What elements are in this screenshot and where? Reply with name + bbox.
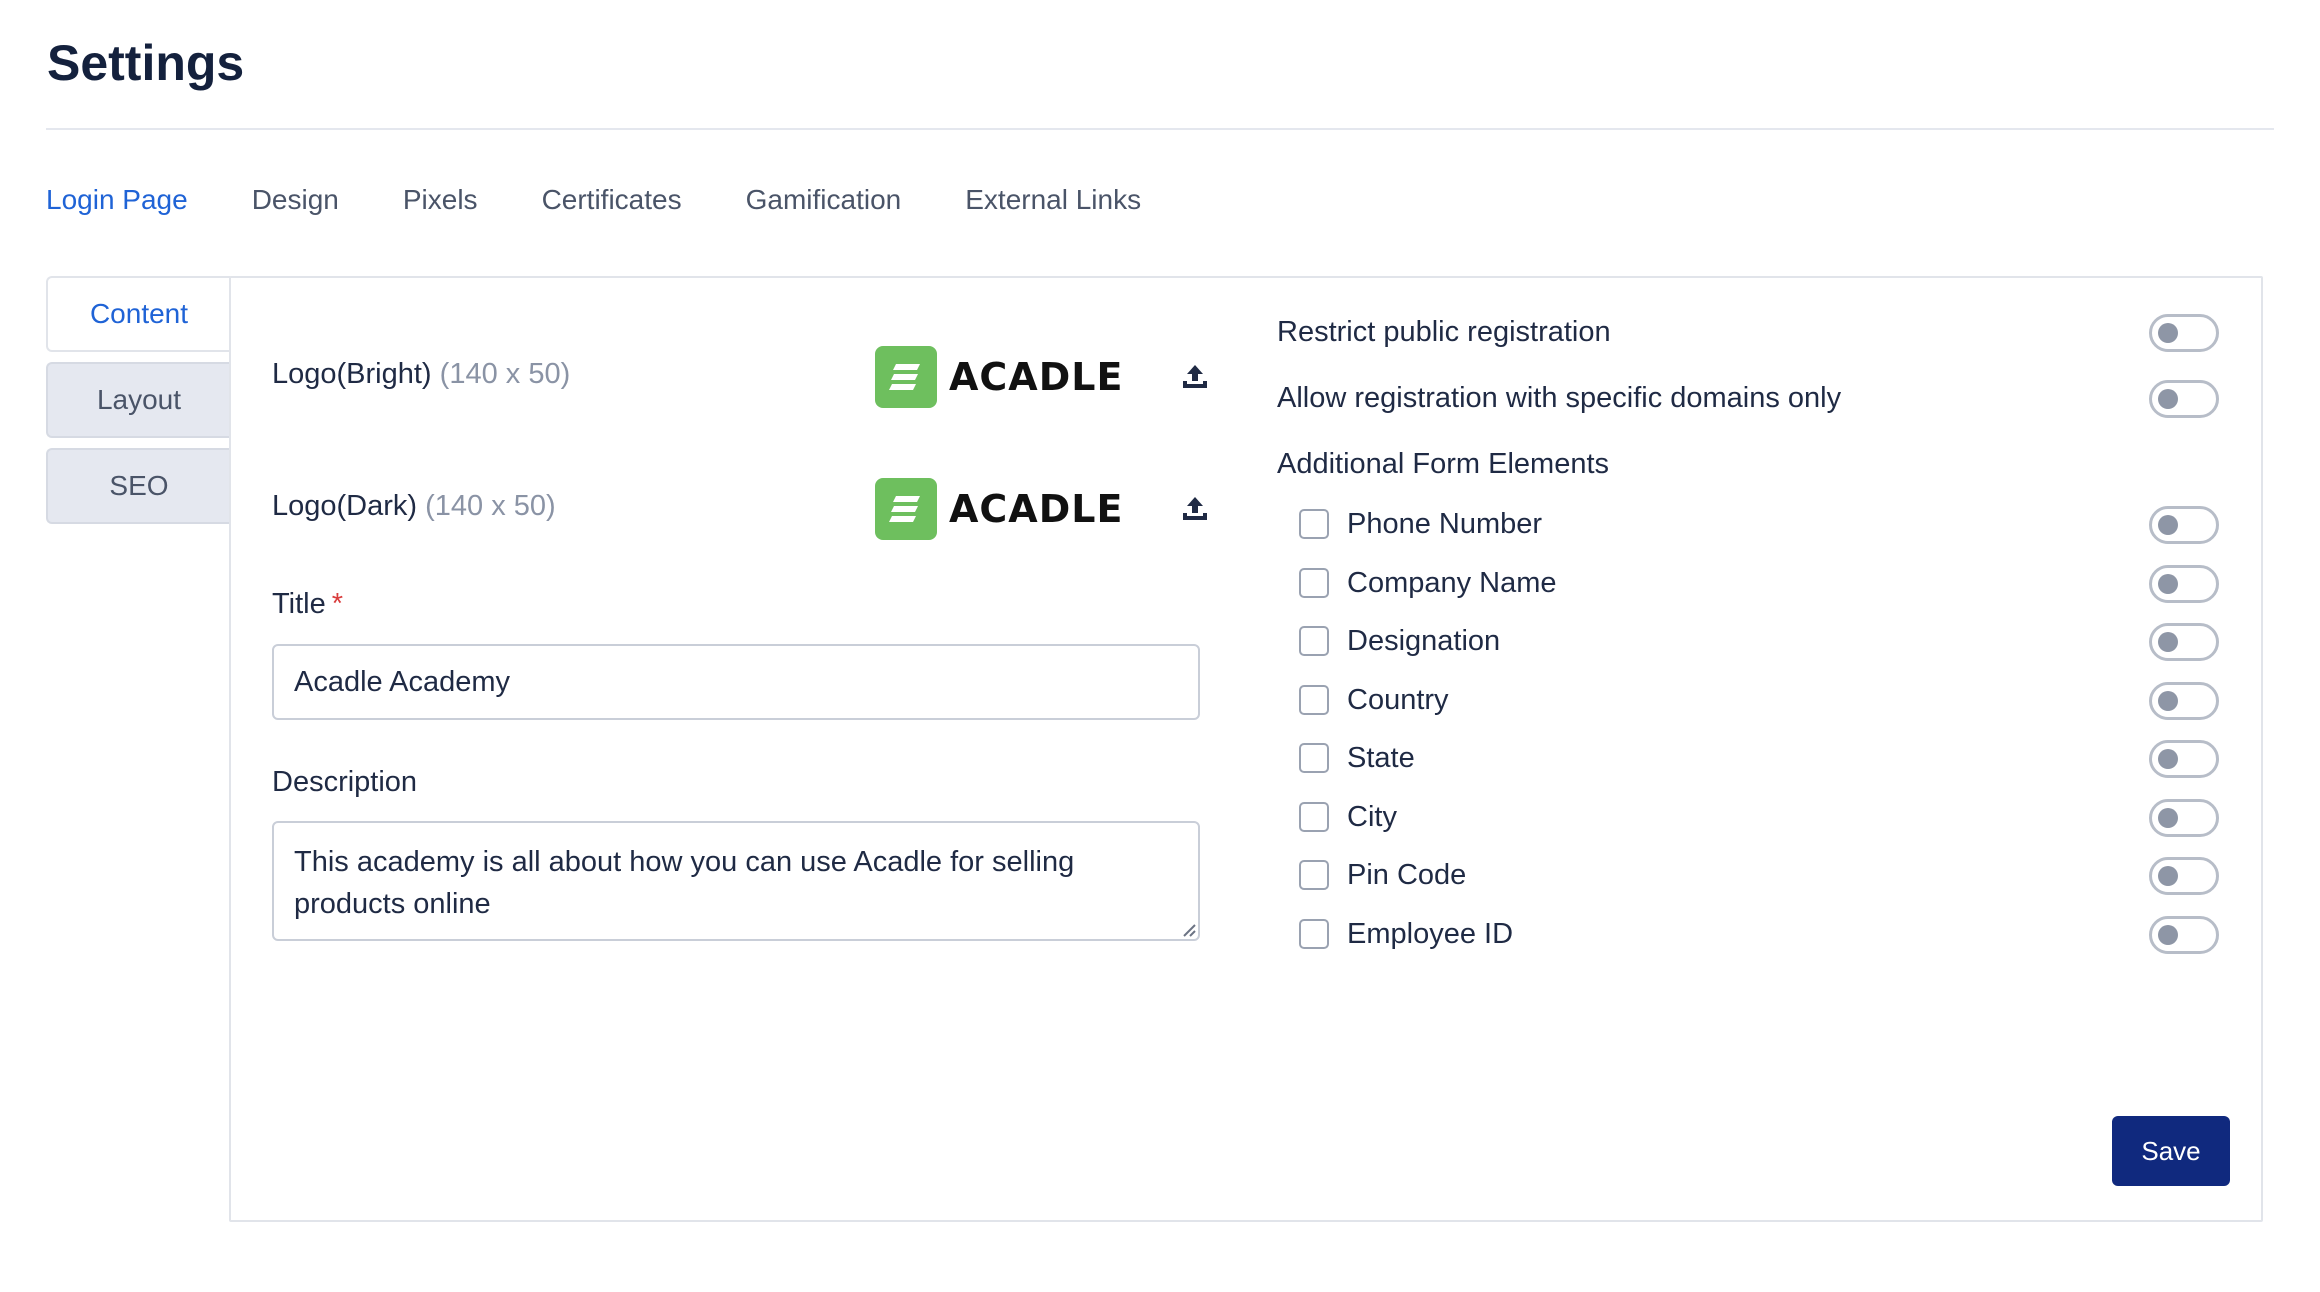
acadle-logo-icon xyxy=(875,346,937,408)
page-title: Settings xyxy=(47,35,245,91)
side-tab-content[interactable]: Content xyxy=(46,276,230,352)
state-label: State xyxy=(1347,742,1415,774)
side-tab-layout[interactable]: Layout xyxy=(46,362,230,438)
toggle-knob xyxy=(2158,515,2178,535)
logo-bright-brand-text: ACADLE xyxy=(949,355,1124,399)
domain-registration-label: Allow registration with specific domains… xyxy=(1277,382,1842,414)
domain-registration-toggle[interactable] xyxy=(2149,380,2219,418)
toggle-knob xyxy=(2158,574,2178,594)
logo-dark-preview: ACADLE xyxy=(875,476,1123,542)
phone-number-checkbox[interactable] xyxy=(1299,509,1329,539)
title-label: Title * xyxy=(272,588,343,621)
description-textarea[interactable]: This academy is all about how you can us… xyxy=(272,821,1200,941)
state-checkbox[interactable] xyxy=(1299,743,1329,773)
toggle-knob xyxy=(2158,323,2178,343)
tab-gamification[interactable]: Gamification xyxy=(746,178,902,222)
logo-bright-row: Logo(Bright) (140 x 50) ACADLE xyxy=(272,344,1207,414)
resize-handle-icon[interactable] xyxy=(1180,921,1196,937)
toggle-knob xyxy=(2158,808,2178,828)
state-toggle[interactable] xyxy=(2149,740,2219,778)
pin-code-toggle[interactable] xyxy=(2149,857,2219,895)
restrict-registration-toggle[interactable] xyxy=(2149,314,2219,352)
employee-id-checkbox[interactable] xyxy=(1299,919,1329,949)
logo-bright-preview: ACADLE xyxy=(875,344,1123,410)
country-toggle[interactable] xyxy=(2149,682,2219,720)
tab-design[interactable]: Design xyxy=(252,178,339,222)
country-checkbox[interactable] xyxy=(1299,685,1329,715)
tab-external-links[interactable]: External Links xyxy=(965,178,1141,222)
employee-id-toggle[interactable] xyxy=(2149,916,2219,954)
form-element-company-name: Company Name xyxy=(1299,565,1557,605)
toggle-knob xyxy=(2158,749,2178,769)
side-tab-seo[interactable]: SEO xyxy=(46,448,230,524)
description-label: Description xyxy=(272,766,418,798)
toggle-knob xyxy=(2158,866,2178,886)
logo-bright-label: Logo(Bright) (140 x 50) xyxy=(272,358,570,391)
phone-number-label: Phone Number xyxy=(1347,508,1543,540)
content-panel: Logo(Bright) (140 x 50) ACADLE Logo(Dark… xyxy=(229,276,2263,1222)
tab-certificates[interactable]: Certificates xyxy=(542,178,682,222)
tab-pixels[interactable]: Pixels xyxy=(403,178,478,222)
required-mark: * xyxy=(331,588,344,620)
toggle-knob xyxy=(2158,632,2178,652)
settings-tabs: Login Page Design Pixels Certificates Ga… xyxy=(46,178,1141,222)
company-name-checkbox[interactable] xyxy=(1299,568,1329,598)
upload-icon[interactable] xyxy=(1180,494,1210,524)
form-element-country: Country xyxy=(1299,682,1499,722)
restrict-registration-label: Restrict public registration xyxy=(1277,316,1611,348)
upload-icon[interactable] xyxy=(1180,362,1210,392)
pin-code-label: Pin Code xyxy=(1347,859,1467,891)
designation-label: Designation xyxy=(1347,625,1501,657)
form-element-designation: Designation xyxy=(1299,623,1501,663)
designation-toggle[interactable] xyxy=(2149,623,2219,661)
designation-checkbox[interactable] xyxy=(1299,626,1329,656)
city-label: City xyxy=(1347,801,1397,833)
logo-dark-size: (140 x 50) xyxy=(425,490,556,522)
country-label: Country xyxy=(1347,684,1449,716)
header-divider xyxy=(46,128,2274,130)
tab-login-page[interactable]: Login Page xyxy=(46,178,188,222)
form-element-employee-id: Employee ID xyxy=(1299,916,1513,956)
form-element-city: City xyxy=(1299,799,1499,839)
logo-dark-row: Logo(Dark) (140 x 50) ACADLE xyxy=(272,476,1207,546)
city-checkbox[interactable] xyxy=(1299,802,1329,832)
logo-dark-label: Logo(Dark) (140 x 50) xyxy=(272,490,556,523)
title-input[interactable]: Acadle Academy xyxy=(272,644,1200,720)
phone-number-toggle[interactable] xyxy=(2149,506,2219,544)
acadle-logo-icon xyxy=(875,478,937,540)
save-button[interactable]: Save xyxy=(2112,1116,2230,1186)
form-element-pin-code: Pin Code xyxy=(1299,857,1499,897)
logo-bright-label-text: Logo(Bright) xyxy=(272,358,432,390)
form-element-state: State xyxy=(1299,740,1499,780)
company-name-toggle[interactable] xyxy=(2149,565,2219,603)
title-label-text: Title xyxy=(272,588,326,620)
logo-bright-size: (140 x 50) xyxy=(439,358,571,390)
logo-dark-brand-text: ACADLE xyxy=(949,487,1124,531)
toggle-knob xyxy=(2158,925,2178,945)
form-element-phone-number: Phone Number xyxy=(1299,506,1542,546)
logo-dark-label-text: Logo(Dark) xyxy=(272,490,418,522)
company-name-label: Company Name xyxy=(1347,567,1557,599)
city-toggle[interactable] xyxy=(2149,799,2219,837)
toggle-knob xyxy=(2158,691,2178,711)
pin-code-checkbox[interactable] xyxy=(1299,860,1329,890)
additional-form-elements-heading: Additional Form Elements xyxy=(1277,448,1610,480)
employee-id-label: Employee ID xyxy=(1347,918,1514,950)
toggle-knob xyxy=(2158,389,2178,409)
side-tabs: Content Layout SEO xyxy=(46,276,230,534)
description-text: This academy is all about how you can us… xyxy=(294,846,1075,920)
